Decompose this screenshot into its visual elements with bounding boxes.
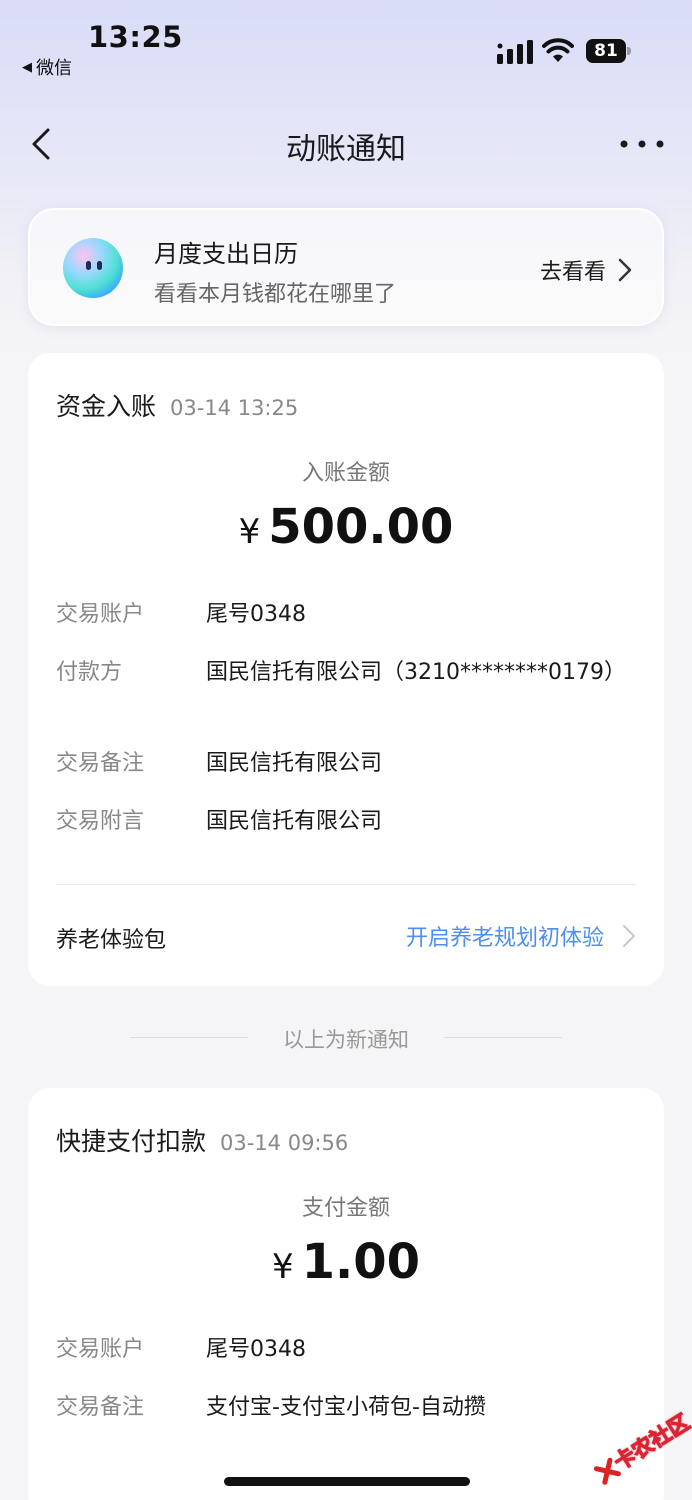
card-title: 资金入账 [56,392,157,421]
battery-level: 81 [586,39,626,63]
card-datetime: 03-14 09:56 [220,1131,349,1155]
monthly-spending-banner[interactable]: 月度支出日历 看看本月钱都花在哪里了 去看看 [28,208,664,326]
card-datetime: 03-14 13:25 [170,396,299,420]
divider [56,884,636,885]
cellular-signal-icon [497,40,533,64]
card-header: 快捷支付扣款 03-14 09:56 [56,1122,348,1158]
home-indicator[interactable] [224,1477,470,1486]
detail-value: 国民信托有限公司 [206,809,383,834]
status-time: 13:25 [88,20,183,54]
notification-card-income[interactable]: 资金入账 03-14 13:25 入账金额 ¥500.00 交易账户 尾号034… [28,353,664,986]
status-bar: 13:25 ◀ 微信 81 [0,0,692,90]
watermark-text: 卡农社区 [609,1409,692,1475]
more-dots-icon[interactable] [620,140,664,148]
amount-label: 入账金额 [301,461,390,486]
card-title: 快捷支付扣款 [56,1127,207,1156]
banner-link-label: 去看看 [539,260,606,285]
back-triangle-icon: ◀ [22,59,32,75]
back-app-label: 微信 [36,58,72,79]
new-notification-separator: 以上为新通知 [0,1022,692,1056]
pension-link-label: 开启养老规划初体验 [405,926,604,951]
nav-bar: 动账通知 [0,110,692,176]
amount-display: ¥1.00 [28,1234,664,1290]
page-title: 动账通知 [286,132,406,167]
detail-key: 交易备注 [56,1395,145,1420]
detail-key: 交易备注 [56,751,145,776]
chevron-right-icon [618,258,632,282]
separator-text: 以上为新通知 [283,1028,409,1052]
currency-symbol: ¥ [238,512,261,552]
separator-line [444,1037,562,1038]
detail-value: 尾号0348 [206,602,306,627]
pension-plan-link[interactable]: 开启养老规划初体验 [406,920,636,952]
amount-label: 支付金额 [301,1196,390,1221]
amount-value: 1.00 [301,1234,421,1290]
banner-title: 月度支出日历 [154,240,298,268]
pension-package-label: 养老体验包 [56,928,167,953]
notification-card-payment[interactable]: 快捷支付扣款 03-14 09:56 支付金额 ¥1.00 交易账户 尾号034… [28,1088,664,1500]
detail-value: 支付宝-支付宝小荷包-自动攒 [206,1395,486,1420]
back-to-app[interactable]: ◀ 微信 [22,54,72,80]
currency-symbol: ¥ [271,1247,294,1287]
wifi-icon [542,38,574,62]
detail-key: 交易附言 [56,809,145,834]
battery-icon: 81 [586,39,632,63]
detail-key: 交易账户 [56,602,145,627]
detail-key: 付款方 [56,660,123,685]
mascot-icon [63,238,123,298]
detail-value: 国民信托有限公司（3210********0179） [206,660,626,685]
amount-value: 500.00 [268,499,454,555]
amount-display: ¥500.00 [28,499,664,555]
chevron-right-icon [623,925,635,947]
detail-key: 交易账户 [56,1337,145,1362]
banner-subtitle: 看看本月钱都花在哪里了 [154,282,397,307]
banner-go-link[interactable]: 去看看 [540,254,632,286]
detail-value: 尾号0348 [206,1337,306,1362]
detail-value: 国民信托有限公司 [206,751,383,776]
card-header: 资金入账 03-14 13:25 [56,387,298,423]
